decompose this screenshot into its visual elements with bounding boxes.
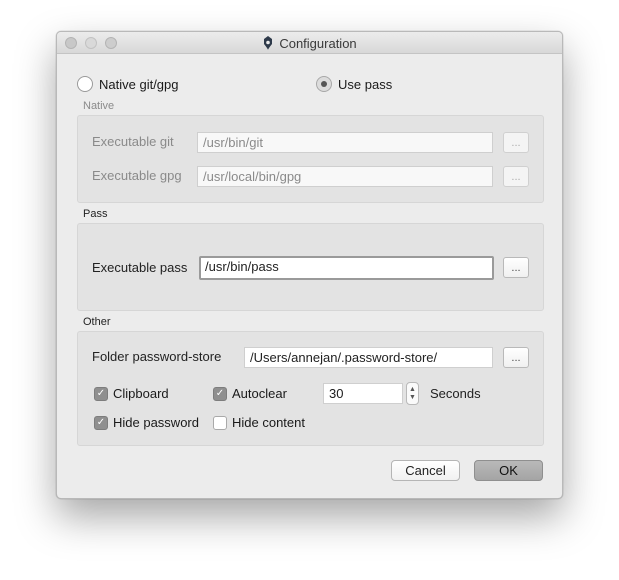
checkmark-icon[interactable]: ✓ xyxy=(213,386,227,401)
hide-content-box[interactable] xyxy=(213,415,227,430)
cancel-button[interactable]: Cancel xyxy=(391,460,460,481)
native-group: Executable git /usr/bin/git ... Executab… xyxy=(77,115,544,203)
clipboard-label: Clipboard xyxy=(113,386,169,401)
radio-use-pass-label: Use pass xyxy=(338,76,393,92)
window-title: Configuration xyxy=(279,35,357,51)
hide-content-checkbox[interactable]: Hide content xyxy=(213,415,305,430)
radio-native[interactable]: Native git/gpg xyxy=(77,76,179,92)
stepper-up-icon[interactable]: ▲ xyxy=(409,386,416,394)
checkmark-icon[interactable]: ✓ xyxy=(94,415,108,430)
git-label: Executable git xyxy=(92,134,174,149)
autoclear-checkbox[interactable]: ✓ Autoclear xyxy=(213,386,287,401)
pass-label: Executable pass xyxy=(92,260,188,275)
hide-password-checkbox[interactable]: ✓ Hide password xyxy=(94,415,199,430)
radio-native-indicator[interactable] xyxy=(77,76,93,92)
pass-group: Executable pass /usr/bin/pass ... xyxy=(77,223,544,311)
gpg-label: Executable gpg xyxy=(92,168,182,183)
lock-heart-icon xyxy=(264,36,273,50)
ok-button[interactable]: OK xyxy=(474,460,543,481)
hide-password-label: Hide password xyxy=(113,415,199,430)
seconds-label: Seconds xyxy=(430,386,481,401)
git-browse-button[interactable]: ... xyxy=(503,132,529,153)
other-group: Folder password-store /Users/annejan/.pa… xyxy=(77,331,544,446)
store-label: Folder password-store xyxy=(92,349,222,364)
configuration-window: Configuration Native git/gpg Use pass Na… xyxy=(56,31,563,499)
stepper-down-icon[interactable]: ▼ xyxy=(409,394,416,402)
window-title-wrap: Configuration xyxy=(57,32,562,54)
pass-path-input[interactable]: /usr/bin/pass xyxy=(199,256,494,280)
pass-browse-button[interactable]: ... xyxy=(503,257,529,278)
title-bar: Configuration xyxy=(57,32,562,54)
gpg-path-input[interactable]: /usr/local/bin/gpg xyxy=(197,166,493,187)
radio-use-pass[interactable]: Use pass xyxy=(316,76,392,92)
store-path-input[interactable]: /Users/annejan/.password-store/ xyxy=(244,347,493,368)
radio-native-label: Native git/gpg xyxy=(99,76,179,92)
pass-group-title: Pass xyxy=(83,208,108,220)
checkmark-icon[interactable]: ✓ xyxy=(94,386,108,401)
hide-content-label: Hide content xyxy=(232,415,305,430)
autoclear-seconds-input[interactable]: 30 xyxy=(323,383,403,404)
stepper-icon[interactable]: ▲ ▼ xyxy=(406,382,419,405)
gpg-browse-button[interactable]: ... xyxy=(503,166,529,187)
native-group-title: Native xyxy=(83,100,115,112)
store-browse-button[interactable]: ... xyxy=(503,347,529,368)
git-path-input[interactable]: /usr/bin/git xyxy=(197,132,493,153)
other-group-title: Other xyxy=(83,316,111,328)
autoclear-label: Autoclear xyxy=(232,386,287,401)
clipboard-checkbox[interactable]: ✓ Clipboard xyxy=(94,386,169,401)
radio-use-pass-indicator[interactable] xyxy=(316,76,332,92)
